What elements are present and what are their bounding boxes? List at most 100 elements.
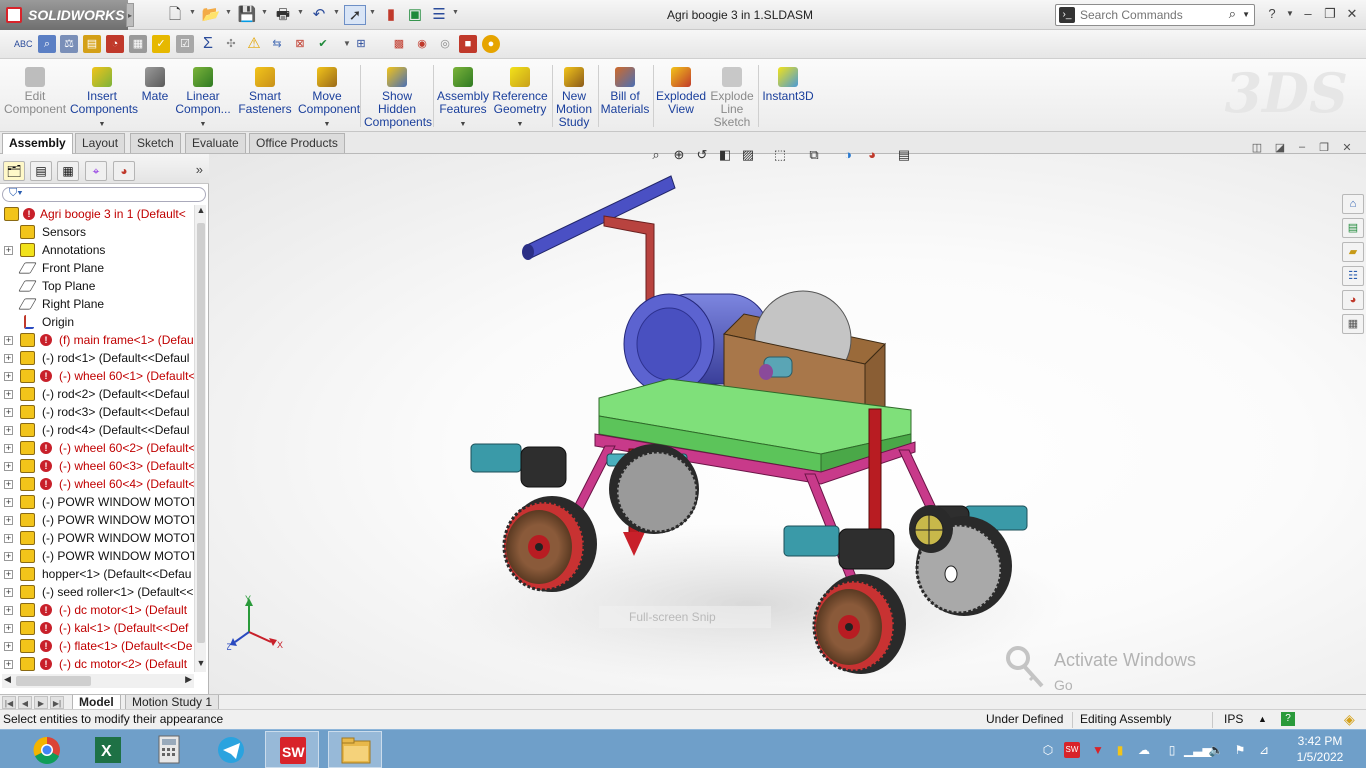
reference-geometry-button[interactable]: Reference Geometry ▼ xyxy=(492,63,548,129)
menu-flyout-arrow-icon[interactable]: ▸ xyxy=(126,3,134,27)
viewport-close-icon[interactable]: ✕ xyxy=(1339,141,1355,155)
options-dropdown-icon[interactable]: ▼ xyxy=(452,9,459,16)
statistics-icon[interactable]: ▦ xyxy=(129,35,147,53)
expand-toggle-icon[interactable]: + xyxy=(4,660,13,669)
tree-item[interactable]: +! (-) wheel 60<3> (Default< xyxy=(0,457,196,475)
select-dropdown-icon[interactable]: ▼ xyxy=(369,9,376,16)
expand-toggle-icon[interactable]: + xyxy=(4,516,13,525)
solidworks-logo[interactable]: SOLIDWORKS xyxy=(0,0,128,30)
scroll-right-icon[interactable]: ▶ xyxy=(185,674,192,685)
tab-evaluate[interactable]: Evaluate xyxy=(185,133,246,153)
tray-cloud-icon[interactable]: ☁ xyxy=(1136,742,1152,758)
tray-network-icon[interactable]: ⊿ xyxy=(1256,742,1272,758)
coordinate-triad[interactable]: Y X Z xyxy=(227,594,287,654)
tray-flag-icon[interactable]: ⚑ xyxy=(1232,742,1248,758)
save-dropdown-icon[interactable]: ▼ xyxy=(261,9,268,16)
checkbox-icon[interactable]: ☑ xyxy=(176,35,194,53)
tree-item[interactable]: +! (-) wheel 60<1> (Default< xyxy=(0,367,196,385)
tree-item[interactable]: + (-) rod<4> (Default<<Defaul xyxy=(0,421,196,439)
tree-item[interactable]: +! (-) flate<1> (Default<<De xyxy=(0,637,196,655)
insert-components-dropdown-icon[interactable]: ▼ xyxy=(70,118,134,131)
expand-toggle-icon[interactable]: + xyxy=(4,570,13,579)
tab-sketch[interactable]: Sketch xyxy=(130,133,181,153)
new-dropdown-icon[interactable]: ▼ xyxy=(189,9,196,16)
assembly-visualization-icon[interactable]: ⊞ xyxy=(352,35,370,53)
tree-item[interactable]: Top Plane xyxy=(0,277,196,295)
help-status-icon[interactable]: ? xyxy=(1281,712,1295,726)
graphics-area[interactable]: ⌕ ⊕ ↺ ◧ ▨ ⬚ ⧉ ◑ ◕ ▤ ◫ ◪ – ❐ ✕ Y X Z Full… xyxy=(209,141,1366,768)
show-hidden-components-button[interactable]: Show Hidden Components xyxy=(364,63,432,129)
close-icon[interactable]: ✕ xyxy=(1342,5,1362,23)
search-commands-box[interactable]: ›_ ⌕ ▼ xyxy=(1055,4,1255,26)
select-pointer-icon[interactable]: ➚ xyxy=(344,5,366,25)
tree-item[interactable]: + (-) POWR WINDOW MOTOT xyxy=(0,511,196,529)
units-selector[interactable]: IPS xyxy=(1224,710,1243,729)
file-explorer-pane-icon[interactable]: ▰ xyxy=(1342,242,1364,262)
insert-components-button[interactable]: Insert Components ▼ xyxy=(70,63,138,131)
tree-filter-box[interactable]: ⛉▾ xyxy=(2,187,206,202)
view-palette-icon[interactable]: ☷ xyxy=(1342,266,1364,286)
taskbar-clock[interactable]: 3:42 PM 1/5/2022 xyxy=(1280,733,1360,765)
tree-item[interactable]: + (-) rod<1> (Default<<Defaul xyxy=(0,349,196,367)
search-dropdown-icon[interactable]: ▼ xyxy=(1242,10,1250,19)
new-document-icon[interactable]: 🗋 xyxy=(164,5,186,25)
scroll-thumb[interactable] xyxy=(16,676,91,686)
expand-toggle-icon[interactable]: + xyxy=(4,606,13,615)
edit-component-button[interactable]: Edit Component xyxy=(4,63,66,129)
prev-tab-icon[interactable]: ◀ xyxy=(18,696,32,709)
tab-layout[interactable]: Layout xyxy=(75,133,126,153)
tree-item[interactable]: + (-) POWR WINDOW MOTOT xyxy=(0,529,196,547)
tree-item[interactable]: Origin xyxy=(0,313,196,331)
tree-item[interactable]: +! (-) kal<1> (Default<<Def xyxy=(0,619,196,637)
tray-battery-icon[interactable]: ▯ xyxy=(1164,742,1180,758)
expand-toggle-icon[interactable]: + xyxy=(4,642,13,651)
minimize-icon[interactable]: – xyxy=(1298,5,1318,23)
section-properties-icon[interactable]: ▤ xyxy=(83,35,101,53)
tree-item[interactable]: Front Plane xyxy=(0,259,196,277)
tree-item[interactable]: +! (f) main frame<1> (Defau xyxy=(0,331,196,349)
tray-volume-icon[interactable]: 🔈 xyxy=(1208,742,1224,758)
file-properties-icon[interactable]: ▣ xyxy=(404,5,426,25)
print-icon[interactable]: 🖶 xyxy=(272,5,294,25)
expand-toggle-icon[interactable]: + xyxy=(4,588,13,597)
taskbar-file-explorer[interactable] xyxy=(328,731,382,768)
tree-item[interactable]: + (-) POWR WINDOW MOTOT xyxy=(0,547,196,565)
tree-item[interactable]: +! (-) wheel 60<2> (Default< xyxy=(0,439,196,457)
open-folder-icon[interactable]: 📂 xyxy=(200,5,222,25)
expand-toggle-icon[interactable]: + xyxy=(4,552,13,561)
interference-icon[interactable]: ✣ xyxy=(222,35,240,53)
property-manager-icon[interactable]: ▤ xyxy=(30,161,52,181)
expand-toggle-icon[interactable]: + xyxy=(4,408,13,417)
next-tab-icon[interactable]: ▶ xyxy=(34,696,48,709)
display-manager-icon[interactable]: ◕ xyxy=(113,161,135,181)
restore-icon[interactable]: ❐ xyxy=(1320,5,1340,23)
tab-model[interactable]: Model xyxy=(72,695,121,710)
expand-toggle-icon[interactable]: + xyxy=(4,336,13,345)
help-dropdown-icon[interactable]: ▼ xyxy=(1280,5,1300,23)
stop-icon[interactable]: ■ xyxy=(459,35,477,53)
help-icon[interactable]: ? xyxy=(1262,5,1282,23)
search-icon[interactable]: ⌕ xyxy=(1229,6,1236,22)
tree-item[interactable]: Right Plane xyxy=(0,295,196,313)
rebuild-traffic-light-icon[interactable]: ▮ xyxy=(380,5,402,25)
viewport-split2-icon[interactable]: ◪ xyxy=(1272,141,1288,155)
tree-root-assembly[interactable]: ! Agri boogie 3 in 1 (Default< xyxy=(0,205,196,223)
disabled-tool-icon[interactable]: ◎ xyxy=(436,35,454,53)
expand-toggle-icon[interactable]: + xyxy=(4,534,13,543)
spell-check-icon[interactable]: ABC xyxy=(14,35,33,53)
taskbar-chrome[interactable] xyxy=(20,731,74,768)
tree-vertical-scrollbar[interactable]: ▲ ▼ xyxy=(194,205,206,672)
move-component-dropdown-icon[interactable]: ▼ xyxy=(298,118,356,131)
taskbar-calculator[interactable] xyxy=(142,731,196,768)
large-assembly-icon[interactable]: ◉ xyxy=(413,35,431,53)
viewport-split-icon[interactable]: ◫ xyxy=(1249,141,1265,155)
solidworks-resources-icon[interactable]: ⌂ xyxy=(1342,194,1364,214)
tab-assembly[interactable]: Assembly xyxy=(2,133,73,154)
tag-icon[interactable]: ◈ xyxy=(1344,710,1355,729)
scroll-up-icon[interactable]: ▲ xyxy=(195,205,207,219)
clearance-icon[interactable]: ⇆ xyxy=(268,35,286,53)
open-dropdown-icon[interactable]: ▼ xyxy=(225,9,232,16)
tray-signal-icon[interactable]: ▁▃▅ xyxy=(1184,742,1212,758)
performance-icon[interactable]: ▩ xyxy=(390,35,408,53)
bill-of-materials-button[interactable]: Bill of Materials xyxy=(600,63,650,129)
